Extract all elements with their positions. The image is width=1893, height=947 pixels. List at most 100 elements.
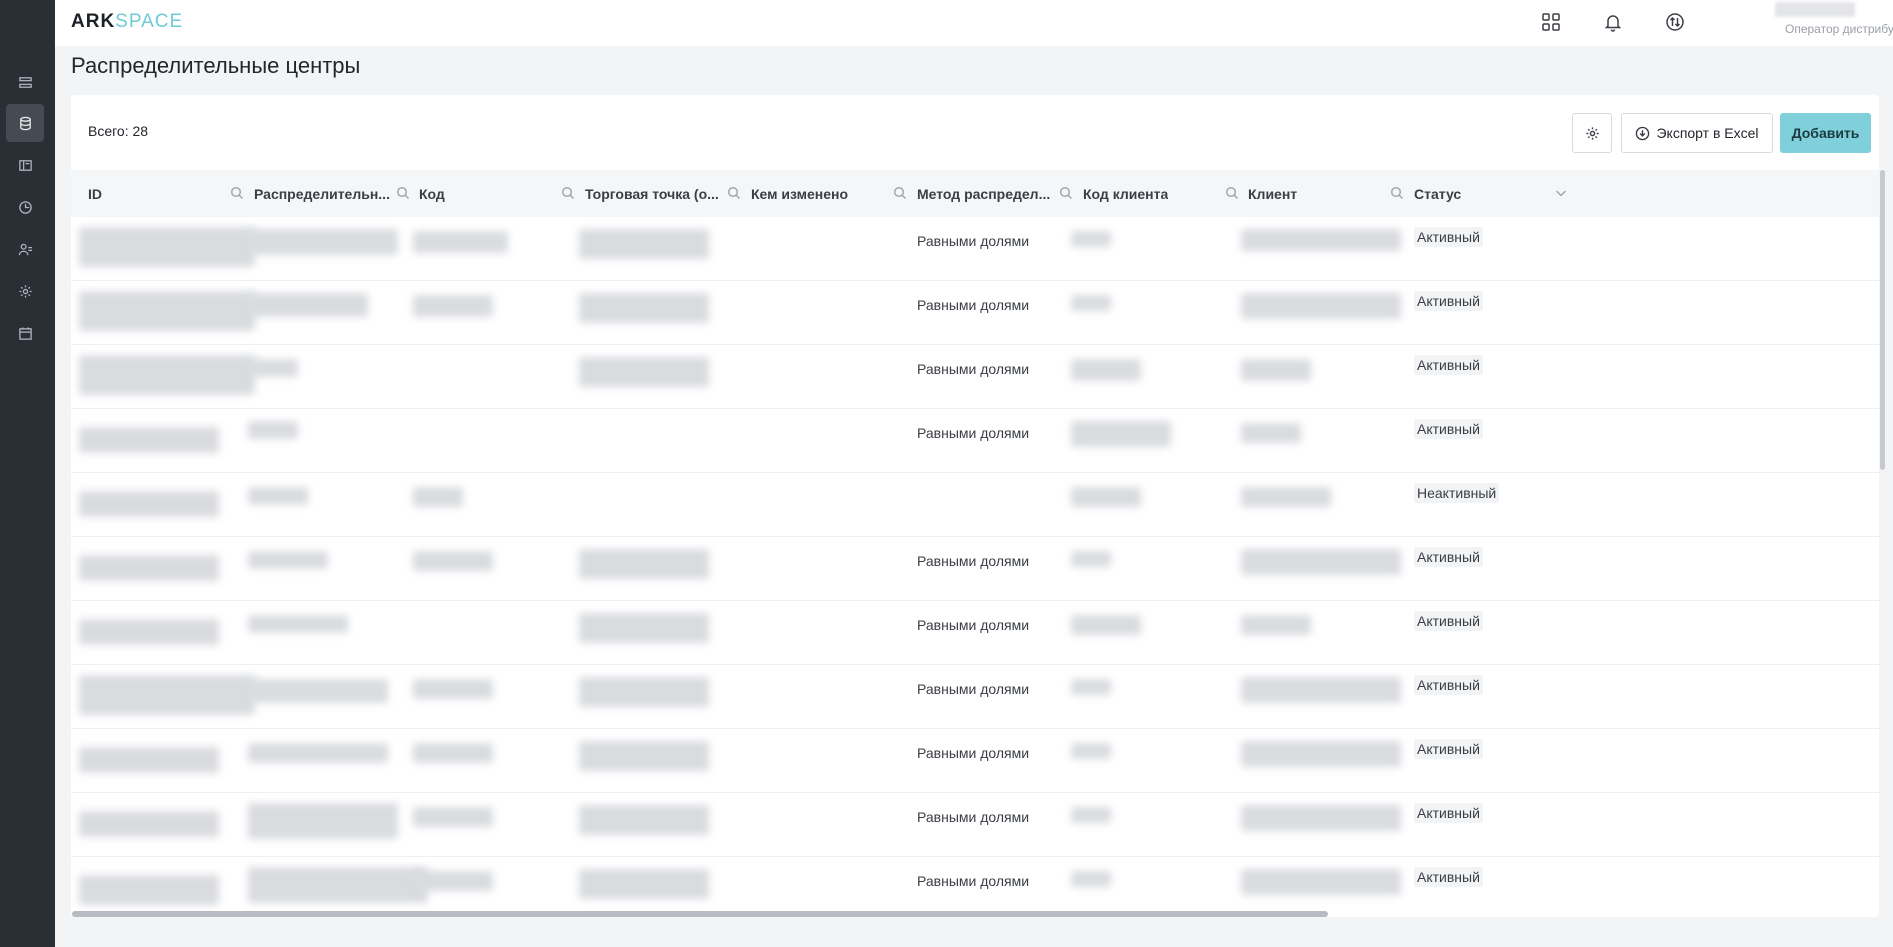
table-row[interactable]: Равными долями Активный bbox=[71, 729, 1879, 793]
redacted-cell-content bbox=[413, 231, 508, 253]
table-row[interactable]: Равными долями Активный bbox=[71, 857, 1879, 917]
redacted-cell-content bbox=[413, 743, 493, 763]
redacted-cell-content bbox=[1071, 421, 1171, 447]
horizontal-scrollbar[interactable] bbox=[72, 911, 1328, 917]
column-search-button[interactable] bbox=[727, 186, 741, 205]
table-row[interactable]: Равными долями Активный bbox=[71, 217, 1879, 281]
distribution-method-cell: Равными долями bbox=[917, 873, 1030, 889]
status-badge: Активный bbox=[1414, 291, 1483, 311]
column-header[interactable]: Торговая точка (о... bbox=[585, 170, 721, 217]
status-badge: Неактивный bbox=[1414, 483, 1500, 503]
redacted-cell-content bbox=[248, 293, 368, 317]
sidebar-item-users[interactable] bbox=[6, 230, 44, 268]
table-row[interactable]: Равными долями Активный bbox=[71, 409, 1879, 473]
search-icon bbox=[396, 186, 410, 200]
column-header[interactable]: Статус bbox=[1414, 170, 1550, 217]
vertical-scrollbar[interactable] bbox=[1880, 170, 1885, 470]
redacted-cell-content bbox=[79, 747, 219, 773]
status-filter-dropdown[interactable] bbox=[1554, 186, 1568, 205]
redacted-cell-content bbox=[1241, 487, 1331, 507]
column-search-button[interactable] bbox=[1390, 186, 1404, 205]
redacted-cell-content bbox=[1241, 229, 1401, 251]
redacted-cell-content bbox=[79, 355, 255, 395]
redacted-cell-content bbox=[79, 491, 219, 517]
redacted-cell-content bbox=[413, 295, 493, 317]
status-badge: Активный bbox=[1414, 739, 1483, 759]
column-header-label: Код bbox=[419, 185, 445, 202]
distribution-method-cell: Равными долями bbox=[917, 809, 1030, 825]
distribution-method-cell: Равными долями bbox=[917, 681, 1030, 697]
status-badge: Активный bbox=[1414, 675, 1483, 695]
redacted-cell-content bbox=[1071, 487, 1141, 507]
sidebar-item-reports[interactable] bbox=[6, 188, 44, 226]
status-badge: Активный bbox=[1414, 611, 1483, 631]
redacted-cell-content bbox=[1241, 869, 1401, 895]
status-badge: Активный bbox=[1414, 867, 1483, 887]
column-search-button[interactable] bbox=[396, 186, 410, 205]
column-header[interactable]: Распределительн... bbox=[254, 170, 390, 217]
logo[interactable]: ARKSPACE bbox=[71, 11, 183, 33]
redacted-cell-content bbox=[79, 811, 219, 837]
table-row[interactable]: Равными долями Активный bbox=[71, 793, 1879, 857]
redacted-cell-content bbox=[248, 615, 348, 633]
sync-icon bbox=[1666, 13, 1684, 31]
column-header[interactable]: Код bbox=[419, 170, 555, 217]
distribution-method-cell: Равными долями bbox=[917, 617, 1030, 633]
column-search-button[interactable] bbox=[230, 186, 244, 205]
search-icon bbox=[1390, 186, 1404, 200]
sidebar-item-list[interactable] bbox=[6, 63, 44, 101]
column-header[interactable]: Клиент bbox=[1248, 170, 1384, 217]
search-icon bbox=[230, 186, 244, 200]
redacted-cell-content bbox=[1241, 423, 1301, 443]
chevron-down-icon bbox=[1555, 190, 1567, 197]
book-icon bbox=[18, 159, 32, 171]
column-header[interactable]: Код клиента bbox=[1083, 170, 1219, 217]
column-header-label: Метод распредел... bbox=[917, 185, 1051, 202]
column-search-button[interactable] bbox=[1059, 186, 1073, 205]
table-row[interactable]: Равными долями Активный bbox=[71, 345, 1879, 409]
export-excel-label: Экспорт в Excel bbox=[1656, 125, 1759, 141]
table-row[interactable]: Неактивный bbox=[71, 473, 1879, 537]
column-header[interactable]: ID bbox=[88, 170, 224, 217]
redacted-cell-content bbox=[1071, 615, 1141, 635]
table-row[interactable]: Равными долями Активный bbox=[71, 537, 1879, 601]
redacted-cell-content bbox=[248, 421, 298, 439]
export-excel-button[interactable]: Экспорт в Excel bbox=[1621, 113, 1773, 153]
redacted-cell-content bbox=[248, 487, 308, 505]
redacted-cell-content bbox=[1071, 807, 1111, 823]
redacted-cell-content bbox=[248, 359, 298, 377]
user-menu[interactable]: Оператор дистрибу... bbox=[1723, 2, 1893, 42]
column-search-button[interactable] bbox=[561, 186, 575, 205]
table-card: Всего: 28 Экспорт в Excel Добавить ID Рас… bbox=[71, 95, 1879, 917]
sidebar-item-database[interactable] bbox=[6, 104, 44, 142]
sidebar-item-settings[interactable] bbox=[6, 272, 44, 310]
add-button[interactable]: Добавить bbox=[1780, 113, 1871, 153]
redacted-cell-content bbox=[413, 551, 493, 571]
notifications-button[interactable] bbox=[1600, 9, 1626, 35]
logo-bold: ARK bbox=[71, 11, 116, 32]
status-badge: Активный bbox=[1414, 547, 1483, 567]
redacted-cell-content bbox=[1071, 551, 1111, 567]
table-row[interactable]: Равными долями Активный bbox=[71, 665, 1879, 729]
table-row[interactable]: Равными долями Активный bbox=[71, 601, 1879, 665]
redacted-cell-content bbox=[579, 805, 709, 835]
column-search-button[interactable] bbox=[1225, 186, 1239, 205]
database-icon bbox=[19, 116, 31, 130]
column-header-label: Клиент bbox=[1248, 185, 1298, 202]
redacted-cell-content bbox=[579, 357, 709, 387]
sidebar-item-catalog[interactable] bbox=[6, 146, 44, 184]
redacted-cell-content bbox=[1241, 741, 1401, 767]
search-icon bbox=[1059, 186, 1073, 200]
calendar-icon bbox=[18, 326, 32, 340]
search-icon bbox=[561, 186, 575, 200]
apps-button[interactable] bbox=[1538, 9, 1564, 35]
bell-icon bbox=[1604, 15, 1622, 32]
distribution-method-cell: Равными долями bbox=[917, 297, 1030, 313]
table-row[interactable]: Равными долями Активный bbox=[71, 281, 1879, 345]
sync-button[interactable] bbox=[1662, 9, 1688, 35]
column-header[interactable]: Кем изменено bbox=[751, 170, 887, 217]
sidebar-item-calendar[interactable] bbox=[6, 314, 44, 352]
column-search-button[interactable] bbox=[893, 186, 907, 205]
table-settings-button[interactable] bbox=[1572, 113, 1612, 153]
column-header-label: Торговая точка (о... bbox=[585, 185, 719, 202]
